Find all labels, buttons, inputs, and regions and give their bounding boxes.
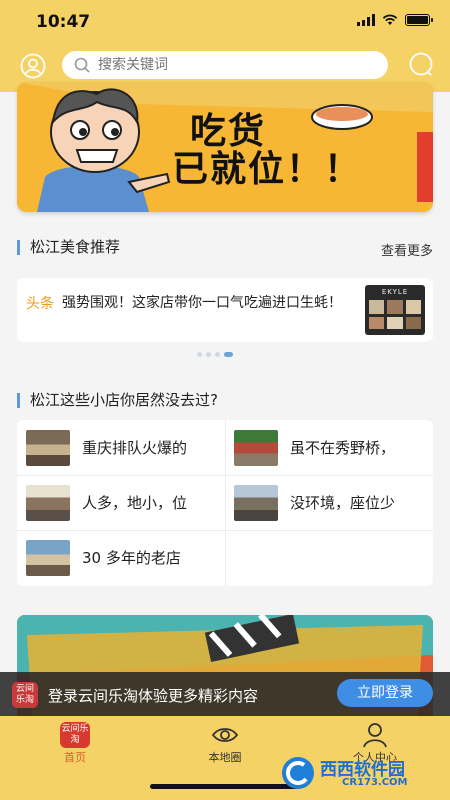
section-title-stores: 松江这些小店你居然没去过? [17,393,218,408]
search-bar[interactable] [62,51,388,79]
store-name: 重庆排队火爆的 [82,439,188,457]
signal-icon [357,14,375,26]
carousel-dot [206,352,211,357]
search-icon [74,57,90,73]
carousel-dot-active [224,352,233,357]
news-card[interactable]: 头条 强势围观！这家店带你一口气吃遍进口生蚝！ EKYLE [17,278,433,342]
tab-label: 本地圈 [208,751,242,764]
news-thumbnail: EKYLE [365,285,425,335]
store-thumbnail [26,539,70,576]
login-button[interactable]: 立即登录 [337,679,433,707]
store-thumbnail [26,484,70,521]
message-icon[interactable] [408,52,434,78]
store-thumbnail [234,484,278,521]
tab-home[interactable]: 云间乐淘 首页 [0,716,150,776]
store-thumbnail [234,429,278,466]
battery-icon [405,14,433,26]
search-input[interactable] [98,57,358,73]
store-item[interactable]: 人多，地小，位 [17,475,225,530]
store-item[interactable]: 30 多年的老店 [17,530,225,585]
tab-local-circle[interactable]: 本地圈 [150,716,300,776]
watermark: 西西软件园 CR173.COM [280,752,440,794]
banner-title-line2: 已就位！！ [172,149,363,190]
store-name: 人多，地小，位 [82,494,188,512]
eye-icon [211,728,239,742]
section-title-food: 松江美食推荐 [17,240,120,255]
store-name: 虽不在秀野桥， [290,439,396,457]
news-text: 强势围观！这家店带你一口气吃遍进口生蚝！ [62,295,342,311]
status-bar: 10:47 [0,0,450,44]
login-prompt-bar: 云间乐淘 登录云间乐淘体验更多精彩内容 立即登录 [0,672,450,716]
home-logo-icon: 云间乐淘 [60,722,90,748]
watermark-logo-icon [282,757,314,789]
person-icon [363,723,387,748]
store-name: 没环境，座位少 [290,494,396,512]
store-item[interactable]: 没环境，座位少 [225,475,433,530]
status-time: 10:47 [36,12,91,32]
carousel-dot [215,352,220,357]
store-thumbnail [26,429,70,466]
user-icon[interactable] [20,53,46,79]
login-prompt-text: 登录云间乐淘体验更多精彩内容 [48,687,259,705]
watermark-url: CR173.COM [342,777,408,788]
status-icons [357,14,433,26]
app-logo: 云间乐淘 [12,682,38,708]
see-more-link[interactable]: 查看更多 [381,240,433,259]
store-item[interactable]: 重庆排队火爆的 [17,420,225,475]
news-thumbnail-title: EKYLE [381,288,409,296]
tab-label: 首页 [64,751,86,764]
carousel-dot [197,352,202,357]
store-grid: 重庆排队火爆的 虽不在秀野桥， 人多，地小，位 没环境，座位少 30 多年的老店 [17,420,433,586]
home-indicator [150,784,300,789]
carousel-indicator [197,352,233,357]
store-item[interactable]: 虽不在秀野桥， [225,420,433,475]
store-name: 30 多年的老店 [82,549,181,567]
wifi-icon [382,14,398,25]
